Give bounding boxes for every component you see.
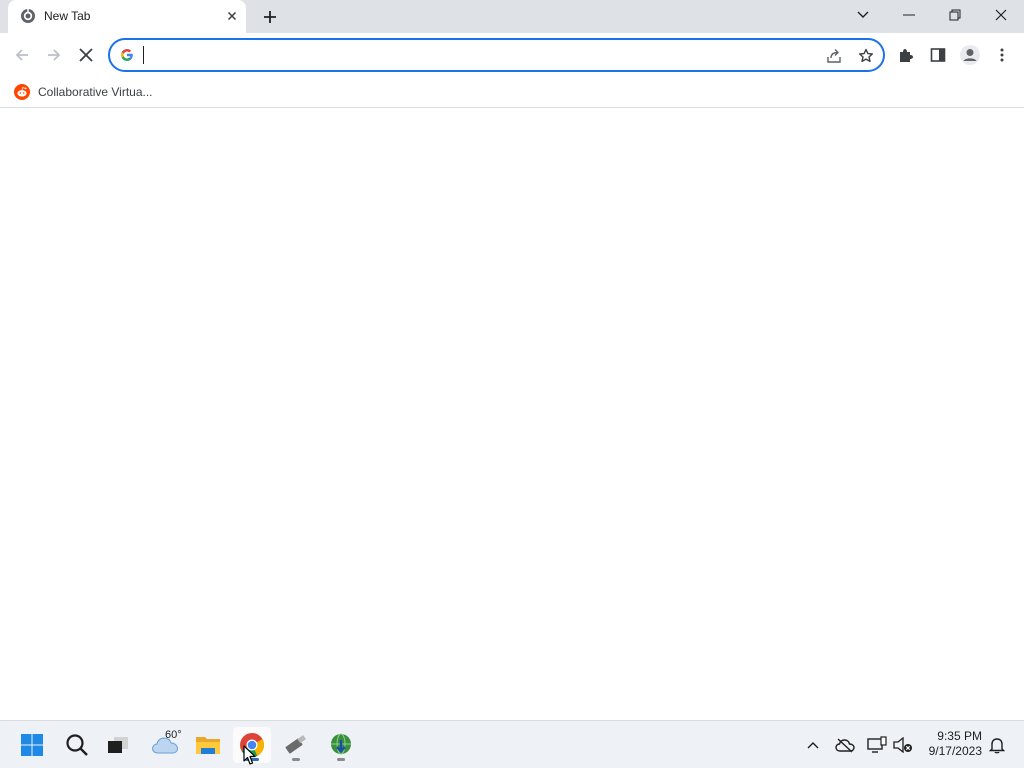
file-explorer-button[interactable] — [189, 727, 227, 763]
address-bar[interactable] — [108, 38, 885, 72]
tab-new-tab[interactable]: New Tab — [8, 0, 246, 33]
close-tab-icon[interactable] — [224, 8, 240, 24]
mouse-cursor-icon — [243, 745, 256, 765]
plus-icon — [264, 11, 276, 23]
task-view-button[interactable] — [99, 727, 137, 763]
tab-strip: New Tab — [0, 0, 1024, 33]
taskbar: 60° 9:35 PM 9/17/2023 — [0, 720, 1024, 768]
system-clock[interactable]: 9:35 PM 9/17/2023 — [918, 729, 982, 759]
chrome-menu-button[interactable] — [989, 42, 1015, 68]
download-manager-button[interactable] — [322, 727, 360, 763]
star-icon — [859, 48, 873, 63]
clock-time: 9:35 PM — [937, 729, 982, 743]
bookmarks-bar: Collaborative Virtua... — [0, 77, 1024, 108]
puzzle-icon — [900, 49, 913, 62]
bell-icon — [989, 738, 1005, 754]
running-app-indicator — [337, 758, 345, 761]
windows-logo-icon — [21, 734, 43, 756]
start-button[interactable] — [13, 727, 51, 763]
tab-search-button[interactable] — [840, 0, 886, 30]
globe-download-icon — [331, 733, 351, 755]
page-content[interactable] — [0, 108, 1024, 720]
task-view-icon — [108, 737, 128, 753]
profile-button[interactable] — [957, 42, 983, 68]
close-icon — [79, 48, 93, 62]
onedrive-button[interactable] — [833, 733, 857, 757]
omnibox-input[interactable] — [142, 45, 802, 65]
new-tab-button[interactable] — [259, 6, 281, 28]
side-panel-button[interactable] — [925, 42, 951, 68]
new-tab-favicon-icon — [21, 9, 35, 23]
clock-date: 9/17/2023 — [928, 744, 982, 758]
search-button[interactable] — [58, 727, 96, 763]
bookmark-label: Collaborative Virtua... — [38, 85, 153, 99]
back-button[interactable] — [9, 42, 35, 68]
google-icon — [121, 49, 133, 61]
show-hidden-icons-button[interactable] — [801, 733, 825, 757]
folder-icon — [196, 737, 220, 754]
restore-icon — [949, 9, 961, 21]
minimize-icon — [903, 14, 915, 16]
arrow-left-icon — [15, 49, 28, 61]
chevron-up-icon — [807, 742, 819, 749]
close-window-button[interactable] — [978, 0, 1024, 30]
running-app-indicator — [292, 758, 300, 761]
kebab-menu-icon — [1000, 48, 1004, 62]
extensions-button[interactable] — [893, 42, 919, 68]
arrow-right-icon — [48, 49, 61, 61]
share-icon — [827, 49, 841, 63]
search-icon — [66, 734, 88, 756]
network-icon — [867, 736, 887, 753]
speaker-muted-icon — [893, 737, 912, 753]
usb-drive-icon — [285, 735, 306, 754]
text-caret — [143, 46, 144, 64]
volume-button[interactable] — [891, 733, 915, 757]
close-icon — [995, 9, 1007, 21]
cloud-offline-icon — [835, 738, 855, 753]
avatar-icon — [960, 45, 980, 65]
restore-button[interactable] — [932, 0, 978, 30]
share-button[interactable] — [824, 46, 844, 66]
tab-title: New Tab — [44, 9, 91, 23]
weather-temperature: 60° — [165, 729, 182, 741]
side-panel-icon — [930, 48, 946, 62]
usb-app-button[interactable] — [277, 727, 315, 763]
chevron-down-icon — [857, 11, 869, 18]
network-button[interactable] — [865, 733, 889, 757]
minimize-button[interactable] — [886, 0, 932, 30]
notifications-button[interactable] — [985, 733, 1009, 757]
reddit-icon — [14, 84, 30, 100]
forward-button[interactable] — [41, 42, 67, 68]
stop-loading-button[interactable] — [73, 42, 99, 68]
bookmark-item[interactable]: Collaborative Virtua... — [10, 81, 153, 103]
browser-toolbar — [0, 33, 1024, 77]
bookmark-star-button[interactable] — [856, 46, 876, 66]
